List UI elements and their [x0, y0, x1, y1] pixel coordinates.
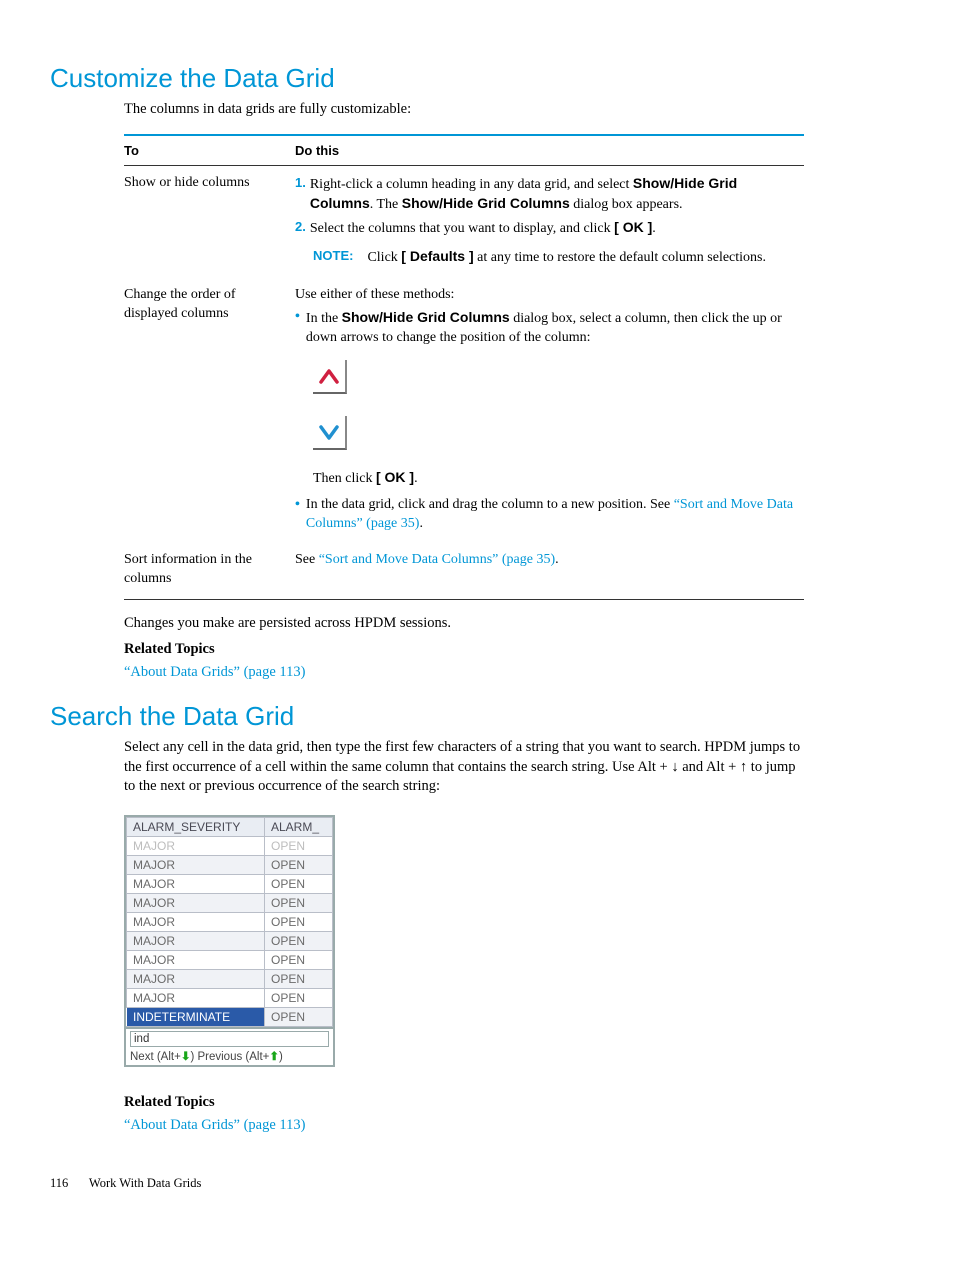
page-number: 116	[50, 1176, 86, 1191]
t: Show/Hide Grid Columns	[402, 195, 570, 211]
grid-row: MAJOROPEN	[127, 988, 333, 1007]
heading-customize: Customize the Data Grid	[50, 63, 804, 94]
grid-col-severity: ALARM_SEVERITY	[127, 817, 265, 836]
grid-row: MAJOROPEN	[127, 836, 333, 855]
search-grid-screenshot: ALARM_SEVERITY ALARM_ MAJOROPENMAJOROPEN…	[124, 815, 335, 1067]
grid-cell-severity: MAJOR	[127, 931, 265, 950]
up-arrow-icon	[313, 360, 347, 394]
customize-table: To Do this Show or hide columns 1. Right…	[124, 134, 804, 601]
grid-cell-severity: MAJOR	[127, 988, 265, 1007]
related-topics-heading-2: Related Topics	[124, 1093, 804, 1113]
row3-to: Sort information in the columns	[124, 543, 295, 599]
page-footer: 116 Work With Data Grids	[50, 1176, 804, 1191]
grid-row: MAJOROPEN	[127, 912, 333, 931]
note-text: Click [ Defaults ] at any time to restor…	[367, 247, 766, 268]
grid-cell-state: OPEN	[265, 874, 333, 893]
down-arrow-small-icon: ⬇	[181, 1051, 191, 1063]
t: .	[652, 221, 656, 236]
t: Click	[367, 250, 401, 265]
grid-cell-severity: MAJOR	[127, 969, 265, 988]
t: ) Previous (Alt+	[190, 1051, 269, 1063]
grid-search-input[interactable]: ind	[130, 1031, 329, 1047]
chapter-title: Work With Data Grids	[89, 1176, 201, 1190]
grid-row: MAJOROPEN	[127, 931, 333, 950]
grid-row: MAJOROPEN	[127, 950, 333, 969]
row3-dothis: See “Sort and Move Data Columns” (page 3…	[295, 543, 804, 599]
grid-cell-state: OPEN	[265, 912, 333, 931]
row2-then: Then click [ OK ].	[313, 468, 798, 489]
t: [ Defaults ]	[401, 248, 473, 264]
row2-bullet1: In the Show/Hide Grid Columns dialog box…	[306, 308, 798, 348]
t: dialog box appears.	[570, 197, 683, 212]
grid-cell-severity: MAJOR	[127, 874, 265, 893]
grid-cell-state: OPEN	[265, 931, 333, 950]
bullet-icon: •	[295, 308, 306, 348]
t: .	[414, 471, 418, 486]
heading-search: Search the Data Grid	[50, 701, 804, 732]
grid-cell-severity: MAJOR	[127, 912, 265, 931]
t: .	[419, 516, 423, 531]
down-arrow-icon	[313, 416, 347, 450]
grid-cell-state: OPEN	[265, 836, 333, 855]
t: Right-click a column heading in any data…	[310, 177, 633, 192]
t: Show/Hide Grid Columns	[342, 309, 510, 325]
grid-cell-state: OPEN	[265, 988, 333, 1007]
t: )	[279, 1051, 283, 1063]
row2-dothis: Use either of these methods: • In the Sh…	[295, 278, 804, 543]
row2-lead: Use either of these methods:	[295, 286, 798, 305]
t: [ OK ]	[614, 219, 652, 235]
step1-text: Right-click a column heading in any data…	[310, 174, 798, 216]
grid-cell-state: OPEN	[265, 950, 333, 969]
bullet-icon: •	[295, 496, 306, 534]
link-about-data-grids-1[interactable]: “About Data Grids” (page 113)	[124, 664, 305, 680]
grid-row: MAJOROPEN	[127, 855, 333, 874]
grid-cell-state: OPEN	[265, 893, 333, 912]
related-topics-heading-1: Related Topics	[124, 640, 804, 660]
t: In the	[306, 311, 342, 326]
grid-col-state: ALARM_	[265, 817, 333, 836]
row1-dothis: 1. Right-click a column heading in any d…	[295, 165, 804, 278]
grid-row: MAJOROPEN	[127, 969, 333, 988]
t: Select the columns that you want to disp…	[310, 221, 614, 236]
grid-search-footer: ind Next (Alt+⬇) Previous (Alt+⬆)	[126, 1027, 333, 1065]
table-row: Change the order of displayed columns Us…	[124, 278, 804, 543]
t: Then click	[313, 471, 376, 486]
search-para: Select any cell in the data grid, then t…	[124, 738, 804, 797]
step-number-1: 1.	[295, 174, 310, 216]
grid-cell-state: OPEN	[265, 969, 333, 988]
grid-cell-severity: MAJOR	[127, 836, 265, 855]
grid-row: MAJOROPEN	[127, 893, 333, 912]
t: .	[555, 552, 559, 567]
table-row: Sort information in the columns See “Sor…	[124, 543, 804, 599]
link-sort-move-2[interactable]: “Sort and Move Data Columns” (page 35)	[319, 552, 555, 567]
th-to: To	[124, 136, 295, 166]
grid-cell-severity: INDETERMINATE	[127, 1007, 265, 1026]
row1-to: Show or hide columns	[124, 165, 295, 278]
t: Next (Alt+	[130, 1051, 181, 1063]
row2-to: Change the order of displayed columns	[124, 278, 295, 543]
t: at any time to restore the default colum…	[474, 250, 766, 265]
t: See	[295, 552, 319, 567]
t: In the data grid, click and drag the col…	[306, 497, 674, 512]
grid-search-nav: Next (Alt+⬇) Previous (Alt+⬆)	[130, 1051, 283, 1063]
grid-cell-severity: MAJOR	[127, 893, 265, 912]
t: . The	[370, 197, 402, 212]
grid-row: INDETERMINATEOPEN	[127, 1007, 333, 1026]
th-dothis: Do this	[295, 136, 804, 166]
grid-cell-state: OPEN	[265, 1007, 333, 1026]
grid-cell-state: OPEN	[265, 855, 333, 874]
step2-text: Select the columns that you want to disp…	[310, 218, 656, 239]
table-row: Show or hide columns 1. Right-click a co…	[124, 165, 804, 278]
grid-cell-severity: MAJOR	[127, 950, 265, 969]
intro-text: The columns in data grids are fully cust…	[124, 100, 804, 120]
step-number-2: 2.	[295, 218, 310, 239]
link-about-data-grids-2[interactable]: “About Data Grids” (page 113)	[124, 1117, 305, 1133]
outro: Changes you make are persisted across HP…	[124, 614, 804, 634]
note-label: NOTE:	[313, 247, 367, 268]
up-arrow-small-icon: ⬆	[269, 1051, 279, 1063]
grid-cell-severity: MAJOR	[127, 855, 265, 874]
t: [ OK ]	[376, 469, 414, 485]
row2-bullet2: In the data grid, click and drag the col…	[306, 496, 798, 534]
grid-row: MAJOROPEN	[127, 874, 333, 893]
